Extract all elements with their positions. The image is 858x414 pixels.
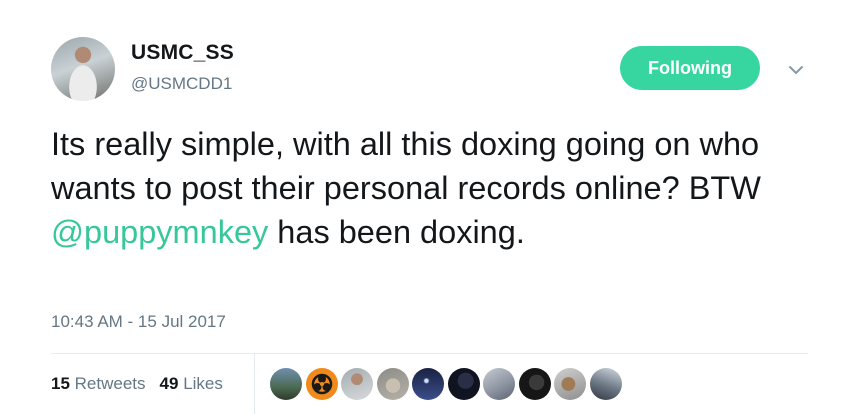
liker-avatar[interactable] — [341, 368, 373, 400]
chevron-down-icon[interactable] — [786, 60, 806, 80]
liker-avatar[interactable] — [412, 368, 444, 400]
tweet-text: Its really simple, with all this doxing … — [51, 122, 821, 254]
following-button[interactable]: Following — [620, 46, 760, 90]
biohazard-icon[interactable] — [305, 368, 338, 400]
likes-count: 49 — [159, 374, 179, 393]
tweet-text-before: Its really simple, with all this doxing … — [51, 126, 761, 206]
liker-avatar[interactable] — [483, 368, 515, 400]
retweets-label: Retweets — [74, 374, 146, 393]
likes-label: Likes — [183, 374, 223, 393]
tweet-timestamp[interactable]: 10:43 AM - 15 Jul 2017 — [51, 312, 226, 332]
tweet-text-after: has been doxing. — [268, 214, 525, 250]
author-handle[interactable]: @USMCDD1 — [131, 74, 232, 94]
divider — [51, 353, 808, 354]
author-avatar[interactable] — [51, 37, 115, 101]
author-display-name[interactable]: USMC_SS — [131, 41, 234, 65]
tweet-stats: 15 Retweets 49 Likes — [51, 374, 223, 394]
liker-avatar[interactable] — [376, 368, 409, 400]
retweets-count: 15 — [51, 374, 70, 393]
mention-link[interactable]: @puppymnkey — [51, 214, 268, 250]
liker-avatar[interactable] — [554, 368, 586, 400]
likes-stat[interactable]: 49 Likes — [160, 374, 223, 393]
liker-avatar[interactable] — [589, 368, 622, 400]
liker-avatar[interactable] — [270, 368, 302, 400]
liker-avatar[interactable] — [447, 368, 480, 400]
stats-separator — [254, 354, 255, 414]
liker-avatar[interactable] — [518, 368, 551, 400]
retweets-stat[interactable]: 15 Retweets — [51, 374, 146, 393]
liker-avatars — [270, 368, 625, 400]
